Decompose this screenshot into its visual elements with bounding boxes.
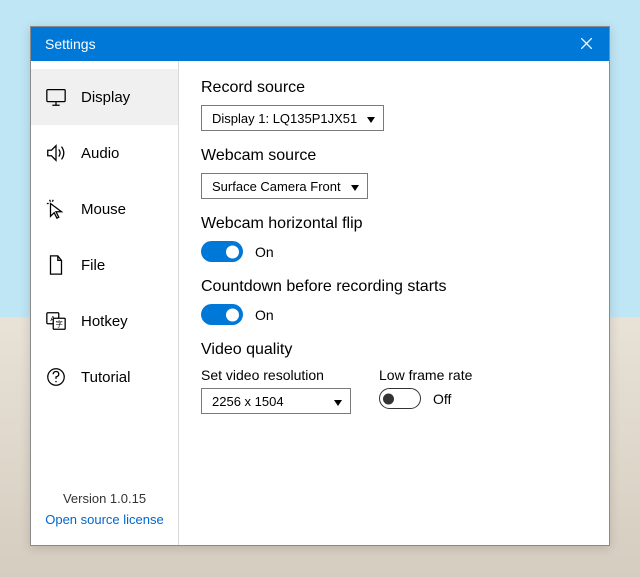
webcam-flip-section: Webcam horizontal flip On (201, 215, 587, 262)
hotkey-icon: A字 (45, 310, 67, 332)
titlebar: Settings (31, 27, 609, 61)
webcam-flip-title: Webcam horizontal flip (201, 215, 587, 233)
version-label: Version 1.0.15 (37, 489, 172, 510)
sidebar-footer: Version 1.0.15 Open source license (31, 479, 178, 545)
record-source-title: Record source (201, 79, 587, 97)
low-frame-toggle[interactable] (379, 388, 421, 409)
webcam-source-title: Webcam source (201, 147, 587, 165)
webcam-flip-toggle[interactable] (201, 241, 243, 262)
sidebar-item-hotkey[interactable]: A字 Hotkey (31, 293, 178, 349)
chevron-down-icon (334, 394, 342, 409)
record-source-value: Display 1: LQ135P1JX51 (212, 111, 357, 126)
sidebar-item-tutorial[interactable]: Tutorial (31, 349, 178, 405)
countdown-title: Countdown before recording starts (201, 278, 587, 296)
low-frame-group: Low frame rate Off (379, 367, 472, 414)
settings-window: Settings Display Audio (30, 26, 610, 546)
sidebar-item-label: Mouse (81, 201, 126, 218)
sidebar: Display Audio Mouse File (31, 61, 179, 545)
countdown-toggle[interactable] (201, 304, 243, 325)
webcam-flip-state: On (255, 244, 274, 260)
webcam-source-section: Webcam source Surface Camera Front (201, 147, 587, 199)
sidebar-item-label: Audio (81, 145, 119, 162)
resolution-select[interactable]: 2256 x 1504 (201, 388, 351, 414)
display-icon (45, 86, 67, 108)
sidebar-item-label: Hotkey (81, 313, 128, 330)
file-icon (45, 254, 67, 276)
window-body: Display Audio Mouse File (31, 61, 609, 545)
help-icon (45, 366, 67, 388)
sidebar-item-display[interactable]: Display (31, 69, 178, 125)
video-quality-title: Video quality (201, 341, 587, 359)
record-source-select[interactable]: Display 1: LQ135P1JX51 (201, 105, 384, 131)
chevron-down-icon (367, 111, 375, 126)
resolution-value: 2256 x 1504 (212, 394, 284, 409)
sidebar-item-label: Tutorial (81, 369, 130, 386)
countdown-state: On (255, 307, 274, 323)
window-title: Settings (45, 36, 96, 52)
mouse-icon (45, 198, 67, 220)
sidebar-item-audio[interactable]: Audio (31, 125, 178, 181)
resolution-group: Set video resolution 2256 x 1504 (201, 367, 351, 414)
countdown-section: Countdown before recording starts On (201, 278, 587, 325)
low-frame-state: Off (433, 391, 451, 407)
sidebar-item-label: Display (81, 89, 130, 106)
video-quality-section: Video quality Set video resolution 2256 … (201, 341, 587, 414)
chevron-down-icon (351, 179, 359, 194)
low-frame-label: Low frame rate (379, 367, 472, 383)
sidebar-item-file[interactable]: File (31, 237, 178, 293)
resolution-label: Set video resolution (201, 367, 351, 383)
close-icon (581, 36, 592, 52)
svg-text:字: 字 (56, 320, 63, 329)
close-button[interactable] (563, 27, 609, 61)
sidebar-item-label: File (81, 257, 105, 274)
webcam-source-select[interactable]: Surface Camera Front (201, 173, 368, 199)
content-pane: Record source Display 1: LQ135P1JX51 Web… (179, 61, 609, 545)
sidebar-item-mouse[interactable]: Mouse (31, 181, 178, 237)
record-source-section: Record source Display 1: LQ135P1JX51 (201, 79, 587, 131)
license-link[interactable]: Open source license (37, 510, 172, 531)
audio-icon (45, 142, 67, 164)
webcam-source-value: Surface Camera Front (212, 179, 341, 194)
